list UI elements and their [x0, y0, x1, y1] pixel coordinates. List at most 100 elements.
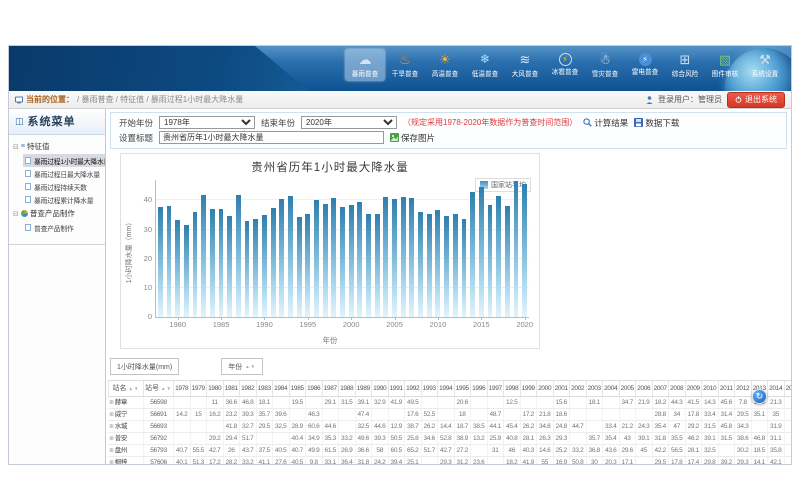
chart-bar — [488, 205, 493, 317]
end-year-select[interactable]: 2020年 — [301, 116, 397, 129]
tree-toggle-icon[interactable]: ⊟ — [13, 210, 19, 218]
value-cell: 29.8 — [702, 457, 719, 464]
value-cell — [174, 421, 191, 432]
tree-group-0[interactable]: ⊟≡特征值 — [13, 139, 105, 154]
value-cell — [372, 409, 389, 420]
value-cell: 40.5 — [290, 457, 307, 464]
tree-item-0-2[interactable]: 暴雨过程持续天数 — [23, 180, 105, 193]
value-cell: 45 — [636, 445, 653, 456]
station-name-cell[interactable]: ⊛水城 — [108, 421, 144, 432]
nav-item-high-temp[interactable]: ☀高温普查 — [425, 49, 465, 81]
value-cell: 21.9 — [636, 397, 653, 408]
station-name-cell[interactable]: ⊛桐梓 — [108, 457, 144, 464]
station-name-cell[interactable]: ⊛盘州 — [108, 445, 144, 456]
nav-item-snow[interactable]: ☃雪灾普查 — [585, 49, 625, 81]
magnifier-icon — [583, 118, 592, 127]
save-image-button[interactable]: 保存图片 — [390, 132, 435, 144]
value-cell: 26.3 — [537, 433, 554, 444]
tree-toggle-icon[interactable]: ⊟ — [13, 143, 19, 151]
nav-item-rainstorm[interactable]: ☁暴雨普查 — [345, 49, 385, 81]
year-column-header: 1982 — [240, 381, 257, 396]
tree-item-0-0[interactable]: 暴雨过程1小时最大降水量 — [23, 154, 105, 167]
breadcrumb-path[interactable]: / 暴雨普查 / 特征值 / 暴雨过程1小时最大降水量 — [77, 94, 243, 105]
breadcrumb: 当前的位置： / 暴雨普查 / 特征值 / 暴雨过程1小时最大降水量 — [15, 94, 243, 105]
tree-item-0-1[interactable]: 暴雨过程日最大降水量 — [23, 167, 105, 180]
nav-label-lightning: 雷电普查 — [627, 67, 663, 77]
value-cell: 39.6 — [273, 409, 290, 420]
value-cell: 39.1 — [636, 433, 653, 444]
tree-group-1[interactable]: ⊟普查产品制作 — [13, 206, 105, 221]
value-cell: 34.3 — [735, 421, 752, 432]
chart-bar — [262, 215, 267, 317]
refresh-fab[interactable]: ↻ — [752, 389, 767, 404]
value-cell: 39.2 — [719, 457, 736, 464]
lightning-icon: ⚡ — [639, 53, 652, 66]
nav-item-hail[interactable]: ⚡冰雹普查 — [545, 49, 585, 81]
value-cell: 40.8 — [504, 433, 521, 444]
value-cell — [570, 433, 587, 444]
id-sort-arrows[interactable]: ▲▼ — [161, 381, 172, 396]
logout-button[interactable]: 退出系统 — [727, 92, 785, 108]
value-cell: 29.3 — [554, 433, 571, 444]
nav-item-low-temp[interactable]: ❄低温普查 — [465, 49, 505, 81]
value-cell: 46.8 — [240, 397, 257, 408]
value-cell — [438, 409, 455, 420]
nav-item-lightning[interactable]: ⚡雷电普查 — [625, 49, 665, 81]
station-id-cell: 56792 — [144, 433, 174, 444]
value-cell: 40.5 — [273, 445, 290, 456]
nav-item-map-review[interactable]: ▧图件审核 — [705, 49, 745, 81]
station-name-cell[interactable]: ⊛普安 — [108, 433, 144, 444]
chart-bar — [314, 200, 319, 317]
topbar: 当前的位置： / 暴雨普查 / 特征值 / 暴雨过程1小时最大降水量 登录用户：… — [9, 91, 791, 109]
value-cell: 31.2 — [455, 457, 472, 464]
nav-item-drought[interactable]: ♨干旱普查 — [385, 49, 425, 81]
station-name: 普安 — [115, 433, 127, 444]
name-sort-arrows[interactable]: ▲▼ — [129, 381, 140, 396]
value-cell: 37.5 — [257, 445, 274, 456]
value-cell — [570, 409, 587, 420]
drought-icon: ♨ — [395, 51, 415, 68]
value-cell: 38.5 — [471, 421, 488, 432]
nav-label-high-temp: 高温普查 — [427, 69, 463, 79]
chart-title-input[interactable] — [159, 131, 384, 144]
value-cell: 35.1 — [752, 409, 769, 420]
value-cell: 42.7 — [438, 445, 455, 456]
value-cell: 33.4 — [702, 409, 719, 420]
year-column-header: 1998 — [504, 381, 521, 396]
chart-bar — [219, 209, 224, 317]
station-name-cell[interactable]: ⊛威宁 — [108, 409, 144, 420]
download-button[interactable]: 数据下载 — [634, 117, 679, 129]
tree-item-0-3[interactable]: 暴雨过程累计降水量 — [23, 193, 105, 206]
value-cell: 44.6 — [323, 421, 340, 432]
value-cell — [174, 397, 191, 408]
value-cell — [389, 409, 406, 420]
value-cell: 51.7 — [422, 445, 439, 456]
year-column-header: 2010 — [702, 381, 719, 396]
value-cell — [273, 397, 290, 408]
value-cell: 29.4 — [224, 433, 241, 444]
nav-item-system-settings[interactable]: ⚒系统设置 — [745, 49, 785, 81]
chart-bar — [201, 195, 206, 317]
chart-bar — [184, 225, 189, 317]
value-cell: 51.7 — [240, 433, 257, 444]
nav-item-composite-risk[interactable]: ⊞综合风险 — [665, 49, 705, 81]
value-cell: 31.8 — [356, 457, 373, 464]
nav-item-wind[interactable]: ≋大风普查 — [505, 49, 545, 81]
name-header-label: 站名 — [113, 381, 127, 396]
value-cell — [488, 457, 505, 464]
tree-item-1-0[interactable]: 普查产品制作 — [23, 221, 105, 234]
start-year-label: 开始年份 — [119, 117, 153, 129]
station-name-cell[interactable]: ⊛赫章 — [108, 397, 144, 408]
chart-bar — [375, 214, 380, 317]
value-cell: 32.7 — [240, 421, 257, 432]
value-cell: 39.1 — [356, 397, 373, 408]
year-sort-arrows[interactable]: ▲▼ — [245, 364, 256, 369]
start-year-select[interactable]: 1978年 — [159, 116, 255, 129]
page-icon — [25, 196, 31, 203]
calculate-button[interactable]: 计算结果 — [583, 117, 628, 129]
value-cell: 17.8 — [669, 457, 686, 464]
chart-bar — [297, 217, 302, 317]
value-cell — [339, 409, 356, 420]
value-cell: 12.5 — [504, 397, 521, 408]
value-cell — [785, 409, 792, 420]
